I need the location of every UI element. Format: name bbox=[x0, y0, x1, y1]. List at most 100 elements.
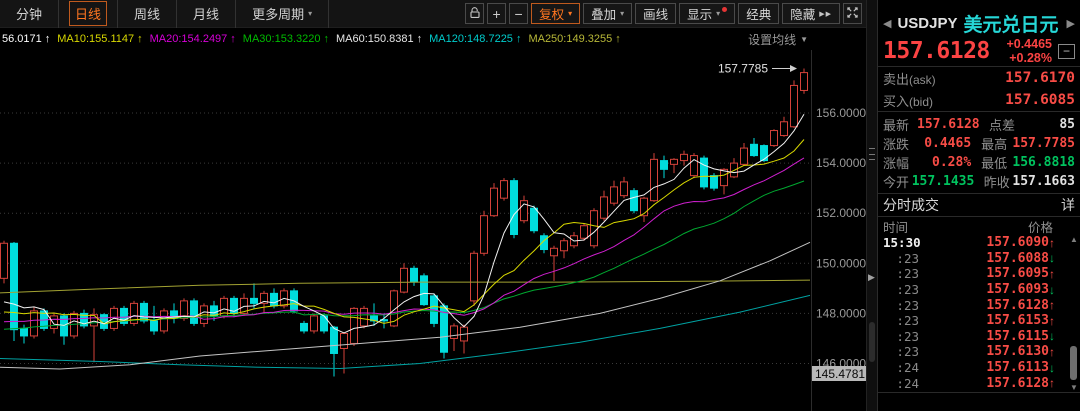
scroll-up-button[interactable]: ▲ bbox=[1069, 235, 1079, 244]
tick-row[interactable]: :23157.6095↑ bbox=[883, 266, 1075, 282]
symbol-header: ◀ USDJPY 美元兑日元 ▶ bbox=[878, 0, 1080, 36]
classic-button[interactable]: 经典 bbox=[738, 3, 779, 24]
candle-body bbox=[781, 122, 788, 136]
candle-body bbox=[511, 181, 518, 235]
bid-value: 157.6085 bbox=[1005, 92, 1075, 108]
tick-row[interactable]: :24157.6128↑ bbox=[883, 375, 1075, 391]
overlay-button[interactable]: 叠加▾ bbox=[583, 3, 632, 24]
tick-row[interactable]: :23157.6153↑ bbox=[883, 313, 1075, 329]
scroll-down-button[interactable]: ▼ bbox=[1069, 383, 1079, 392]
candle-body bbox=[501, 181, 508, 199]
tick-row[interactable]: 15:30157.6090↑ bbox=[883, 235, 1075, 251]
stat-value-prev-close: 157.1663 bbox=[1012, 174, 1075, 189]
stat-value-change: 0.4465 bbox=[914, 136, 971, 151]
collapse-panel-arrow[interactable]: ▶ bbox=[868, 272, 875, 283]
ma-label-ma30: MA30:153.3220↑ bbox=[243, 33, 329, 45]
chevron-down-icon: ▾ bbox=[716, 9, 720, 18]
display-button[interactable]: 显示▾ bbox=[679, 3, 735, 24]
change-value: +0.4465 bbox=[1006, 37, 1052, 51]
tick-row[interactable]: :23 157.6128↑ bbox=[883, 297, 1075, 313]
symbol-code: USDJPY bbox=[897, 15, 957, 32]
next-symbol-button[interactable]: ▶ bbox=[1067, 17, 1075, 30]
axis-tick-label: 154.0000 bbox=[816, 156, 866, 170]
candle-body bbox=[401, 268, 408, 292]
candle-body bbox=[451, 326, 458, 339]
tick-row[interactable]: :23157.6093↓ bbox=[883, 282, 1075, 298]
tab-daily[interactable]: 日线 bbox=[59, 0, 118, 28]
up-arrow-icon: ↑ bbox=[1049, 267, 1061, 281]
tick-price: 157.6128 bbox=[986, 376, 1049, 391]
zoom-out-button[interactable]: − bbox=[509, 3, 528, 24]
tick-row[interactable]: :23157.6115↓ bbox=[883, 329, 1075, 345]
stat-value-change-pct: 0.28% bbox=[914, 155, 971, 170]
candle-body bbox=[621, 182, 628, 196]
collapse-quote-button[interactable]: − bbox=[1058, 44, 1075, 59]
toolbar-buttons: 复权▾叠加▾画线显示▾经典隐藏▶▶ bbox=[531, 3, 840, 24]
fullscreen-button[interactable] bbox=[843, 3, 862, 24]
list-scrollbar[interactable]: ▲ ▼ bbox=[1069, 235, 1079, 392]
lock-button[interactable] bbox=[465, 3, 484, 24]
draw-line-button[interactable]: 画线 bbox=[635, 3, 676, 24]
candle-body bbox=[791, 85, 798, 126]
tick-row[interactable]: :24157.6113↓ bbox=[883, 360, 1075, 376]
drag-grip-icon bbox=[869, 148, 875, 160]
prev-symbol-button[interactable]: ◀ bbox=[883, 17, 891, 30]
ma-value: MA10:155.1147 bbox=[57, 33, 134, 45]
stat-label-change: 涨跌 bbox=[883, 134, 914, 153]
tick-time: 15:30 bbox=[883, 235, 919, 250]
candle-body bbox=[661, 161, 668, 170]
chart-toolbar: 分钟日线周线月线更多周期▾ + − 复权▾叠加▾画线显示▾经典隐藏▶▶ bbox=[0, 0, 866, 28]
tab-text: 周线 bbox=[134, 4, 160, 23]
tick-time: :23 bbox=[883, 282, 919, 297]
ma-label-ma120: MA120:148.7225↑ bbox=[429, 33, 521, 45]
candle-body bbox=[21, 328, 28, 336]
tick-price: 157.6128 bbox=[986, 298, 1049, 313]
tick-price: 157.6090 bbox=[986, 235, 1049, 250]
candle-body bbox=[31, 311, 38, 336]
candle-body bbox=[701, 158, 708, 187]
candle-body bbox=[671, 159, 678, 164]
zoom-in-button[interactable]: + bbox=[487, 3, 506, 24]
ma-value: MA30:153.3220 bbox=[243, 33, 321, 45]
tick-row[interactable]: :23157.6088↓ bbox=[883, 251, 1075, 267]
panel-divider[interactable]: ▶ bbox=[866, 0, 878, 411]
up-arrow-icon: ↑ bbox=[323, 33, 329, 45]
stat-label-open: 今开 bbox=[883, 172, 912, 191]
divider-scroll-thumb[interactable] bbox=[869, 322, 875, 362]
candle-body bbox=[91, 315, 98, 326]
detail-button[interactable]: 详 bbox=[1061, 195, 1075, 215]
tab-monthly[interactable]: 月线 bbox=[177, 0, 236, 28]
candle-body bbox=[1, 243, 8, 278]
stat-value-low: 156.8818 bbox=[1012, 155, 1075, 170]
adjust-button[interactable]: 复权▾ bbox=[531, 3, 580, 24]
tick-price: 157.6130 bbox=[986, 344, 1049, 359]
ma-label-ma20: MA20:154.2497↑ bbox=[150, 33, 236, 45]
ma-settings-button[interactable]: 设置均线▼ bbox=[748, 31, 808, 48]
last-price: 157.6128 bbox=[883, 38, 990, 64]
hide-button[interactable]: 隐藏▶▶ bbox=[782, 3, 840, 24]
down-arrow-icon: ↓ bbox=[1049, 361, 1061, 375]
up-arrow-icon: ↑ bbox=[1049, 345, 1061, 359]
ma-value: MA20:154.2497 bbox=[150, 33, 228, 45]
candle-body bbox=[361, 308, 368, 326]
candlestick-chart[interactable]: 156.0000154.0000152.0000150.0000148.0000… bbox=[0, 50, 866, 411]
tab-text: 更多周期 bbox=[252, 4, 304, 23]
tab-text: 分钟 bbox=[16, 4, 42, 23]
ma-value: MA60:150.8381 bbox=[336, 33, 414, 45]
tab-minute[interactable]: 分钟 bbox=[0, 0, 59, 28]
tab-text: 日线 bbox=[75, 4, 101, 23]
tab-weekly[interactable]: 周线 bbox=[118, 0, 177, 28]
up-arrow-icon: ↑ bbox=[1049, 298, 1061, 312]
tick-time: :23 bbox=[883, 298, 919, 313]
ma-value: MA250:149.3255 bbox=[528, 33, 612, 45]
tick-row[interactable]: :23157.6130↑ bbox=[883, 344, 1075, 360]
bid-row: 买入(bid) 157.6085 bbox=[878, 89, 1080, 111]
stat-value-high: 157.7785 bbox=[1012, 136, 1075, 151]
stat-label-latest: 最新 bbox=[883, 115, 917, 134]
tick-time: :24 bbox=[883, 360, 919, 375]
tab-more-periods[interactable]: 更多周期▾ bbox=[236, 0, 329, 28]
ma-line-ma120 bbox=[0, 295, 810, 368]
candle-body bbox=[191, 301, 198, 324]
candle-body bbox=[691, 156, 698, 176]
scroll-thumb[interactable] bbox=[1070, 346, 1077, 380]
